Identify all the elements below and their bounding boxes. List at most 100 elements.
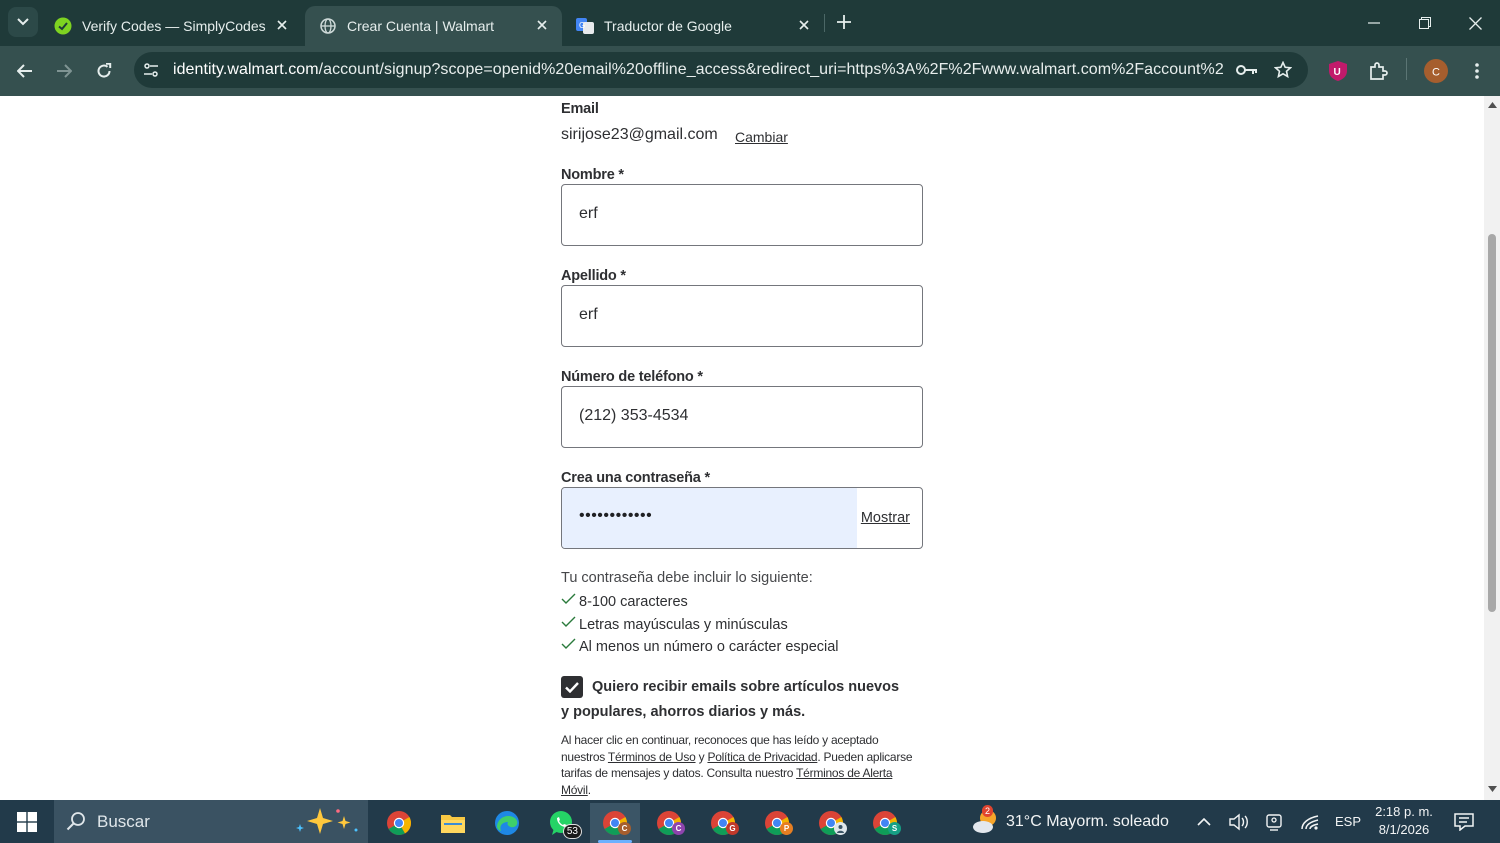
requirement-text: 8-100 caracteres [579, 594, 688, 610]
system-clock[interactable]: 2:18 p. m. 8/1/2026 [1372, 803, 1436, 839]
last-name-value: erf [579, 306, 598, 323]
privacy-policy-link[interactable]: Política de Privacidad [707, 750, 817, 764]
toolbar-divider [1406, 58, 1407, 80]
close-icon[interactable] [274, 17, 290, 33]
first-name-field[interactable]: erf [561, 184, 923, 246]
show-hidden-icons-button[interactable] [1193, 811, 1215, 833]
taskbar-edge[interactable] [482, 803, 532, 843]
clock-time: 2:18 p. m. [1375, 804, 1433, 819]
tab-title: Traductor de Google [604, 18, 732, 34]
windows-taskbar: Buscar 53 C C G P S 2 31°C Mayorm. solea… [0, 800, 1500, 843]
legal-text: . [587, 782, 591, 797]
search-placeholder: Buscar [97, 812, 150, 831]
phone-value: (212) 353-4534 [579, 407, 689, 424]
phone-field[interactable]: (212) 353-4534 [561, 386, 923, 448]
site-info-icon[interactable] [139, 58, 163, 82]
address-bar[interactable]: identity.walmart.com/account/signup?scop… [134, 52, 1308, 88]
tab-walmart[interactable]: Crear Cuenta | Walmart [305, 6, 562, 46]
person-icon [834, 822, 847, 835]
chevron-up-icon [1197, 818, 1211, 826]
url-host: identity.walmart.com [173, 61, 319, 78]
password-field[interactable]: •••••••••••• Mostrar [561, 487, 923, 549]
checkmark-icon [561, 592, 578, 606]
page-viewport: Email sirijose23@gmail.com Cambiar Nombr… [0, 96, 1484, 800]
requirement-text: Al menos un número o carácter especial [579, 639, 839, 655]
new-tab-button[interactable] [832, 10, 856, 34]
kebab-menu-icon [1475, 63, 1479, 79]
first-name-value: erf [579, 205, 598, 222]
taskbar-chrome-profile-person[interactable] [806, 803, 856, 843]
last-name-field[interactable]: erf [561, 285, 923, 347]
sun-cloud-icon: 2 [972, 804, 1000, 836]
ublock-extension-icon[interactable]: U [1324, 57, 1352, 85]
tab-title: Crear Cuenta | Walmart [347, 18, 495, 34]
whatsapp-unread-badge: 53 [562, 824, 582, 839]
email-optin-checkbox[interactable] [561, 676, 583, 698]
taskbar-chrome-profile-p[interactable]: P [752, 803, 802, 843]
start-button[interactable] [0, 800, 54, 843]
scroll-down-arrow-icon[interactable] [1487, 784, 1497, 794]
tab-separator [824, 14, 825, 32]
legal-notice: Al hacer clic en continuar, reconoces qu… [561, 732, 923, 798]
taskbar-chrome-profile-s[interactable]: S [860, 803, 910, 843]
email-optin-label[interactable]: Quiero recibir emails sobre artículos nu… [561, 675, 901, 725]
tab-search-button[interactable] [8, 7, 38, 37]
reload-icon [97, 63, 112, 78]
edge-icon [495, 811, 519, 835]
url-path: /account/signup?scope=openid%20email%20o… [318, 61, 1223, 78]
forward-button[interactable] [49, 56, 79, 86]
tab-google-translate[interactable]: G Traductor de Google [562, 6, 824, 46]
input-language-indicator[interactable]: ESP [1335, 814, 1361, 829]
arrow-left-icon [17, 64, 32, 78]
weather-text: 31°C Mayorm. soleado [1006, 812, 1169, 830]
close-icon[interactable] [534, 17, 550, 33]
taskbar-chrome-profile-g[interactable]: G [698, 803, 748, 843]
weather-alert-badge: 2 [982, 804, 994, 817]
password-key-icon[interactable] [1235, 58, 1259, 82]
taskbar-search[interactable]: Buscar [54, 800, 368, 843]
last-name-label: Apellido * [561, 268, 626, 284]
extensions-puzzle-icon[interactable] [1364, 57, 1392, 85]
clock-date: 8/1/2026 [1378, 822, 1430, 837]
taskbar-file-explorer[interactable] [428, 803, 478, 843]
bookmark-star-icon[interactable] [1271, 58, 1295, 82]
profile-badge: C [672, 822, 685, 835]
arrow-right-icon [57, 64, 72, 78]
restore-icon [1419, 17, 1431, 29]
profile-initial: C [1432, 67, 1440, 79]
simplycodes-icon [54, 17, 72, 35]
ext-badge-text: U [1334, 67, 1341, 78]
chrome-menu-button[interactable] [1463, 57, 1491, 85]
taskbar-chrome-profile-c[interactable]: C [590, 803, 640, 843]
password-requirements-title: Tu contraseña debe incluir lo siguiente: [561, 570, 813, 586]
scroll-up-arrow-icon[interactable] [1487, 100, 1497, 110]
phone-label: Número de teléfono * [561, 369, 703, 385]
close-icon[interactable] [796, 17, 812, 33]
show-password-button[interactable]: Mostrar [861, 510, 910, 526]
profile-avatar[interactable]: C [1422, 57, 1450, 85]
url-text: identity.walmart.com/account/signup?scop… [173, 61, 1223, 79]
windows-logo-icon [17, 811, 37, 832]
page-scrollbar[interactable] [1484, 96, 1500, 800]
close-window-button[interactable] [1460, 8, 1490, 38]
checkmark-icon [561, 637, 578, 651]
password-value: •••••••••••• [579, 507, 653, 524]
terms-of-use-link[interactable]: Términos de Uso [608, 750, 696, 764]
tab-simplycodes[interactable]: Verify Codes — SimplyCodes [40, 6, 302, 46]
scroll-thumb[interactable] [1488, 234, 1496, 612]
legal-text: y [695, 749, 708, 764]
minimize-button[interactable] [1359, 8, 1389, 38]
weather-widget[interactable]: 2 31°C Mayorm. soleado [972, 800, 1169, 843]
volume-icon[interactable] [1228, 811, 1250, 833]
meet-now-icon[interactable] [1263, 811, 1285, 833]
wifi-icon[interactable] [1299, 811, 1321, 833]
back-button[interactable] [10, 56, 40, 86]
taskbar-chrome-profile-c2[interactable]: C [644, 803, 694, 843]
taskbar-whatsapp[interactable]: 53 [536, 803, 586, 843]
restore-button[interactable] [1410, 8, 1440, 38]
requirement-case: Letras mayúsculas y minúsculas [561, 616, 788, 633]
reload-button[interactable] [89, 56, 119, 86]
change-email-link[interactable]: Cambiar [735, 129, 788, 145]
notification-center-icon[interactable] [1453, 811, 1475, 833]
taskbar-chrome[interactable] [374, 803, 424, 843]
